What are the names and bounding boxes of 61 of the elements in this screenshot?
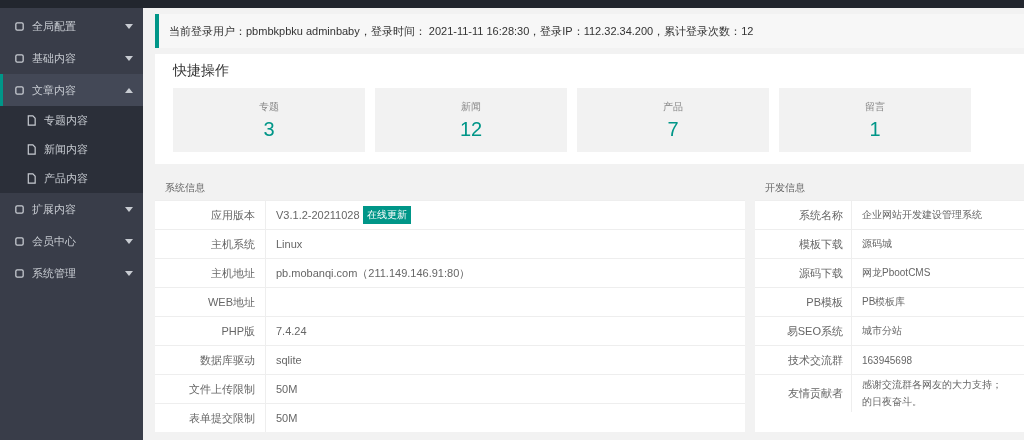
sidebar-item[interactable]: 基础内容 (0, 42, 143, 74)
document-icon (26, 173, 37, 184)
caret-icon (125, 238, 133, 244)
table-cell: 主机系统 (211, 236, 255, 252)
table-cell: 文件上传限制 (189, 381, 255, 397)
table-cell: 主机地址 (211, 265, 255, 281)
table-cell: V3.1.2-20211028 (276, 209, 360, 221)
table-cell: 友情贡献者 (788, 386, 843, 401)
panel-title: 系统信息 (165, 182, 205, 193)
sidebar-item[interactable]: 会员中心 (0, 225, 143, 257)
table-cell: sqlite (276, 354, 302, 366)
table-cell: 企业网站开发建设管理系统 (862, 208, 982, 222)
sidebar-item[interactable]: 扩展内容 (0, 193, 143, 225)
table-cell: 50M (276, 412, 298, 424)
table-cell: PB模板库 (862, 295, 906, 309)
sidebar-item[interactable]: 全局配置 (0, 10, 143, 42)
card-count: 3 (263, 117, 275, 141)
card-count: 12 (459, 117, 483, 141)
table-cell: 系统名称 (799, 207, 843, 223)
table-cell: 易SEO系统 (786, 323, 843, 339)
caret-icon (125, 87, 133, 93)
sidebar-item[interactable]: 文章内容 (0, 74, 143, 106)
card-count: 1 (869, 117, 881, 141)
table-cell: 源码下载 (799, 265, 843, 281)
table-cell: pb.mobanqi.com（211.149.146.91:80） (276, 265, 471, 281)
table-cell: 城市分站 (862, 324, 902, 338)
table-cell: PB模板 (806, 294, 843, 310)
caret-icon (125, 23, 133, 29)
table-cell: 网龙PbootCMS (862, 266, 931, 280)
table-cell: 感谢交流群各网友的大力支持； (862, 378, 1002, 392)
table-cell: WEB地址 (207, 294, 255, 310)
table-cell: 7.4.24 (276, 325, 307, 337)
card-label: 产品 (663, 99, 683, 114)
table-cell: 表单提交限制 (189, 410, 255, 426)
submenu-item[interactable]: 专题内容 (0, 106, 143, 135)
submenu-item[interactable]: 产品内容 (0, 164, 143, 193)
table-cell: 技术交流群 (788, 352, 843, 368)
submenu-item[interactable]: 新闻内容 (0, 135, 143, 164)
panel-title: 开发信息 (765, 182, 805, 193)
table-cell: 的日夜奋斗。 (862, 395, 922, 409)
update-button[interactable]: 在线更新 (362, 206, 411, 224)
table-cell: Linux (276, 238, 303, 250)
table-cell: 163945698 (862, 354, 913, 366)
card-label: 专题 (259, 99, 279, 114)
document-icon (26, 144, 37, 155)
caret-icon (125, 270, 133, 276)
table-cell: 模板下载 (799, 236, 843, 252)
sidebar-item[interactable]: 系统管理 (0, 257, 143, 289)
table-cell: 50M (276, 383, 298, 395)
card-count: 7 (667, 117, 679, 141)
table-cell: PHP版 (221, 323, 255, 339)
caret-icon (125, 55, 133, 61)
table-cell: 数据库驱动 (200, 352, 255, 368)
panel-title: 快捷操作 (173, 61, 230, 80)
caret-icon (125, 206, 133, 212)
document-icon (26, 115, 37, 126)
login-notice: 当前登录用户：pbmbkpbku adminbaby，登录时间： 2021-11-11 16:28:30，登录IP：112.32.34.200，累计登录次数：12 (155, 14, 1024, 48)
card-label: 留言 (865, 99, 885, 114)
card-label: 新闻 (461, 99, 481, 114)
table-cell: 源码城 (862, 237, 892, 251)
table-cell: 应用版本 (211, 207, 255, 223)
